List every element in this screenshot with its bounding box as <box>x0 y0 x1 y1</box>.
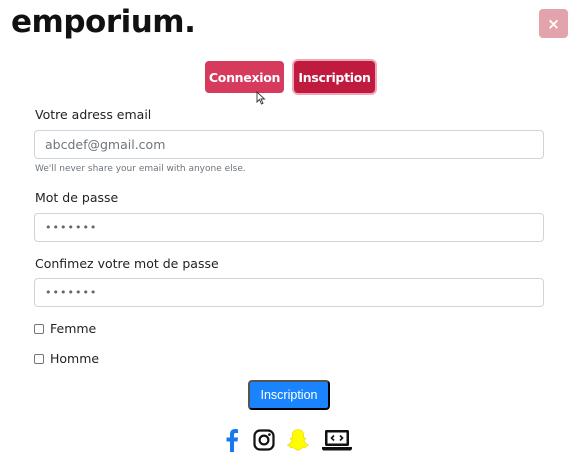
female-checkbox[interactable] <box>34 323 44 334</box>
male-checkbox[interactable] <box>34 353 44 364</box>
submit-button[interactable]: Inscription <box>248 380 330 410</box>
male-label: Homme <box>50 351 100 366</box>
instagram-icon[interactable] <box>252 426 276 454</box>
tab-inscription[interactable]: Inscription <box>294 61 375 93</box>
snapchat-icon[interactable] <box>285 426 311 454</box>
confirm-password-value: ••••••• <box>45 286 98 299</box>
brand-logo: emporium. <box>11 4 196 40</box>
password-value: ••••••• <box>45 221 98 234</box>
laptop-code-icon[interactable] <box>321 426 353 454</box>
confirm-password-field[interactable]: ••••••• <box>34 278 544 307</box>
gender-female-option[interactable]: Femme <box>34 321 96 336</box>
email-placeholder: abcdef@gmail.com <box>45 137 166 152</box>
tab-connexion[interactable]: Connexion <box>205 61 284 93</box>
mouse-cursor-icon <box>256 91 266 105</box>
password-label: Mot de passe <box>35 190 119 205</box>
email-label: Votre adress email <box>35 107 152 122</box>
female-label: Femme <box>50 321 97 336</box>
gender-male-option[interactable]: Homme <box>34 351 99 366</box>
close-button[interactable]: × <box>539 9 568 38</box>
email-field[interactable]: abcdef@gmail.com <box>34 130 544 159</box>
password-field[interactable]: ••••••• <box>34 213 544 242</box>
facebook-icon[interactable] <box>223 426 241 454</box>
confirm-password-label: Confimez votre mot de passe <box>35 256 219 271</box>
email-help-text: We'll never share your email with anyone… <box>35 164 246 174</box>
